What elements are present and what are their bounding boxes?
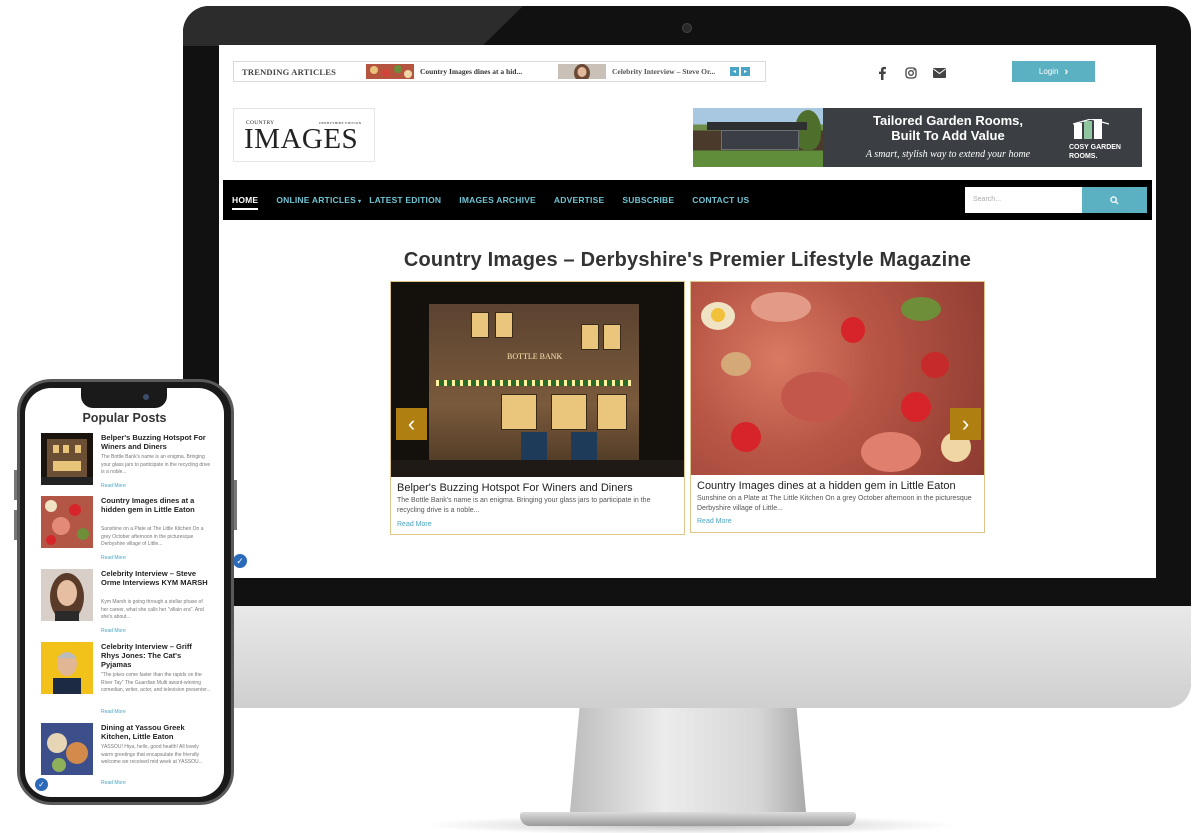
post-title[interactable]: Belper's Buzzing Hotspot For Winers and … — [101, 433, 211, 451]
imac-chin — [183, 606, 1191, 708]
phone-notch — [81, 388, 167, 408]
trending-next-icon[interactable]: ▸ — [741, 67, 750, 76]
read-more-link[interactable]: Read More — [101, 628, 126, 634]
login-label: Login — [1038, 67, 1059, 76]
ad-brand-name: COSY GARDEN ROOMS. — [1069, 144, 1121, 160]
post-excerpt: The Bottle Bank's name is an enigma. Bri… — [101, 454, 211, 475]
instagram-icon[interactable] — [905, 67, 917, 79]
post-thumb-food — [41, 496, 93, 548]
read-more-link[interactable]: Read More — [397, 521, 432, 528]
read-more-link[interactable]: Read More — [101, 555, 126, 561]
post-thumb-portrait — [41, 642, 93, 694]
nav-contact-us[interactable]: CONTACT US — [692, 195, 749, 205]
nav-advertise[interactable]: ADVERTISE — [554, 195, 604, 205]
nav-online-articles[interactable]: ONLINE ARTICLES ▾ — [276, 195, 361, 205]
trending-prev-icon[interactable]: ◂ — [730, 67, 739, 76]
post-excerpt: YASSOU! Hiya, hello, good health! All lo… — [101, 744, 203, 765]
nav-latest-edition[interactable]: LATEST EDITION — [369, 195, 441, 205]
page-headline: Country Images – Derbyshire's Premier Li… — [403, 249, 972, 271]
carousel-card-1[interactable]: BOTTLE BANK ‹ Belper's Buzzing Hotspot F… — [390, 281, 685, 535]
card-excerpt: Sunshine on a Plate at The Little Kitche… — [697, 495, 972, 512]
post-thumb-portrait — [41, 569, 93, 621]
phone-screen: Popular Posts Belper's Buzzing Hotspot F… — [25, 388, 224, 797]
read-more-link[interactable]: Read More — [697, 518, 732, 525]
pub-photo: BOTTLE BANK — [391, 282, 684, 477]
imac-stand — [570, 708, 806, 812]
chevron-left-icon: ‹ — [407, 411, 416, 436]
pub-sign-text: BOTTLE BANK — [507, 352, 563, 361]
ad-banner[interactable]: Tailored Garden Rooms, Built To Add Valu… — [693, 108, 1142, 167]
carousel-next-button[interactable]: › — [950, 408, 981, 440]
desktop-screen: TRENDING ARTICLES Country Images dines a… — [219, 45, 1156, 578]
imac-bezel-glare — [183, 6, 523, 46]
trending-thumb-portrait[interactable] — [558, 64, 606, 79]
post-title[interactable]: Celebrity Interview – Griff Rhys Jones: … — [101, 642, 211, 669]
facebook-icon[interactable] — [877, 66, 887, 80]
login-button[interactable]: Login › — [1012, 61, 1095, 82]
card-title[interactable]: Country Images dines at a hidden gem in … — [697, 480, 956, 492]
carousel-prev-button[interactable]: ‹ — [396, 408, 427, 440]
ad-title: Tailored Garden Rooms, Built To Add Valu… — [872, 113, 1023, 143]
post-title[interactable]: Celebrity Interview – Steve Orme Intervi… — [101, 569, 211, 587]
post-excerpt: Kym Marsh is going through a stellar pha… — [101, 599, 204, 620]
trending-label: TRENDING ARTICLES — [242, 66, 337, 77]
ad-garden-room-image — [693, 108, 823, 167]
logo-images: IMAGES — [244, 123, 359, 155]
search-icon — [1110, 195, 1119, 205]
phone-power-button — [234, 480, 237, 530]
camera-icon — [682, 23, 692, 33]
cosy-garden-logo-icon — [1073, 119, 1109, 139]
accessibility-icon[interactable]: ✓ — [33, 776, 50, 793]
popular-posts-title: Popular Posts — [82, 411, 167, 425]
search-button[interactable] — [1082, 187, 1147, 213]
caret-down-icon: ▾ — [357, 199, 362, 205]
trending-bar: TRENDING ARTICLES Country Images dines a… — [233, 61, 766, 82]
carousel-card-2[interactable]: › Country Images dines at a hidden gem i… — [690, 281, 985, 533]
phone-volume-button — [14, 470, 17, 500]
post-excerpt: Sunshine on a Plate at The Little Kitche… — [101, 526, 204, 547]
search-input[interactable]: Search... — [965, 187, 1082, 213]
camera-icon — [143, 394, 149, 400]
chevron-right-icon: › — [961, 411, 970, 436]
site-logo[interactable]: COUNTRY DERBYSHIRE EDITION IMAGES — [233, 108, 375, 162]
trending-thumb-food[interactable] — [366, 64, 414, 79]
nav-home[interactable]: HOME — [232, 195, 259, 210]
post-thumb-pub — [41, 433, 93, 485]
device-mockup: TRENDING ARTICLES Country Images dines a… — [0, 0, 1198, 833]
post-title[interactable]: Country Images dines at a hidden gem in … — [101, 496, 211, 514]
read-more-link[interactable]: Read More — [101, 483, 126, 489]
trending-item-2[interactable]: Celebrity Interview – Steve Or... — [612, 67, 728, 76]
post-thumb-food — [41, 723, 93, 775]
nav-images-archive[interactable]: IMAGES ARCHIVE — [459, 195, 536, 205]
phone-volume-button — [14, 510, 17, 540]
food-platter-photo — [691, 282, 984, 475]
chevron-right-icon: › — [1064, 65, 1069, 78]
card-excerpt: The Bottle Bank's name is an enigma. Bri… — [397, 497, 651, 514]
trending-item-1[interactable]: Country Images dines at a hid... — [420, 67, 558, 76]
envelope-icon[interactable] — [933, 68, 946, 78]
nav-subscribe[interactable]: SUBSCRIBE — [622, 195, 674, 205]
read-more-link[interactable]: Read More — [101, 709, 126, 715]
ad-subtitle: A smart, stylish way to extend your home — [865, 149, 1031, 160]
read-more-link[interactable]: Read More — [101, 780, 126, 786]
card-title[interactable]: Belper's Buzzing Hotspot For Winers and … — [397, 482, 633, 494]
imac-stand-foot — [520, 812, 856, 826]
main-navbar: HOME ONLINE ARTICLES ▾ LATEST EDITION IMA… — [223, 180, 1152, 220]
post-title[interactable]: Dining at Yassou Greek Kitchen, Little E… — [101, 723, 211, 741]
post-excerpt: "The jokes come faster than the rapids o… — [101, 672, 211, 693]
